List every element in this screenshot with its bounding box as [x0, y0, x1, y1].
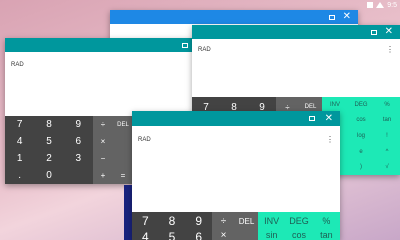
key-4[interactable]: 4 [132, 230, 159, 240]
key-delete[interactable]: DEL [235, 212, 258, 230]
maximize-icon[interactable] [182, 42, 188, 48]
key-2[interactable]: 2 [34, 150, 63, 167]
operators-pad: ÷ DEL × [212, 212, 258, 240]
key-deg[interactable]: DEG [285, 212, 312, 230]
key-percent[interactable]: % [374, 97, 400, 113]
close-icon[interactable]: ✕ [343, 12, 351, 22]
numpad: 7 8 9 4 5 6 1 2 3 . 0 [5, 116, 93, 184]
numpad: 7 8 9 4 5 6 [132, 212, 212, 240]
key-multiply[interactable]: × [212, 230, 235, 240]
angle-mode-label: RAD [198, 47, 211, 53]
status-bar: 9:5 [353, 0, 400, 10]
calculator-display: RAD ⋮ [192, 39, 400, 97]
close-icon[interactable]: ✕ [325, 113, 333, 124]
key-divide[interactable]: ÷ [212, 212, 235, 230]
window-titlebar[interactable]: ✕ [132, 111, 340, 126]
key-factorial[interactable]: ! [374, 128, 400, 144]
key-log[interactable]: log [348, 128, 374, 144]
key-9[interactable]: 9 [64, 116, 93, 133]
key-6[interactable]: 6 [185, 230, 212, 240]
key-divide[interactable]: ÷ [93, 116, 113, 133]
key-0[interactable]: 0 [34, 167, 63, 184]
maximize-icon[interactable] [308, 116, 315, 121]
signal-icon [376, 2, 385, 8]
key-cos[interactable]: cos [348, 113, 374, 129]
key-sin[interactable]: sin [258, 230, 285, 240]
key-percent[interactable]: % [313, 212, 340, 230]
key-1[interactable]: 1 [5, 150, 34, 167]
key-blank [113, 150, 133, 167]
key-delete[interactable]: DEL [113, 116, 133, 133]
overflow-menu-icon[interactable]: ⋮ [386, 46, 394, 54]
close-icon[interactable]: ✕ [385, 27, 393, 37]
key-7[interactable]: 7 [5, 116, 34, 133]
key-subtract[interactable]: − [93, 150, 113, 167]
key-blank [113, 133, 133, 150]
key-4[interactable]: 4 [5, 133, 34, 150]
key-blank [64, 167, 93, 184]
key-e[interactable]: e [348, 144, 374, 160]
overflow-menu-icon[interactable]: ⋮ [326, 136, 334, 144]
maximize-icon[interactable] [328, 14, 335, 20]
key-close-paren[interactable]: ) [348, 159, 374, 175]
window-titlebar[interactable]: ✕ [192, 25, 400, 39]
key-7[interactable]: 7 [132, 212, 159, 230]
key-8[interactable]: 8 [34, 116, 63, 133]
angle-mode-label: RAD [138, 137, 151, 143]
key-5[interactable]: 5 [34, 133, 63, 150]
window-titlebar[interactable]: ✕ [110, 10, 358, 24]
key-tan[interactable]: tan [313, 230, 340, 240]
clock: 9:5 [387, 1, 397, 9]
key-inv[interactable]: INV [258, 212, 285, 230]
key-multiply[interactable]: × [93, 133, 113, 150]
key-deg[interactable]: DEG [348, 97, 374, 113]
calculator-window-front[interactable]: ✕ RAD ⋮ 7 8 9 4 5 6 ÷ DEL × INV DEG % si… [132, 111, 340, 240]
key-6[interactable]: 6 [64, 133, 93, 150]
key-cos[interactable]: cos [285, 230, 312, 240]
operators-pad: ÷ DEL × − + = [93, 116, 133, 184]
notification-icon [367, 2, 374, 8]
key-3[interactable]: 3 [64, 150, 93, 167]
maximize-icon[interactable] [370, 29, 377, 35]
angle-mode-label: RAD [11, 62, 24, 68]
key-decimal[interactable]: . [5, 167, 34, 184]
key-add[interactable]: + [93, 167, 113, 184]
key-tan[interactable]: tan [374, 113, 400, 129]
key-5[interactable]: 5 [159, 230, 186, 240]
calculator-display: RAD [5, 52, 195, 116]
key-9[interactable]: 9 [185, 212, 212, 230]
key-sqrt[interactable]: √ [374, 159, 400, 175]
scientific-pad: INV DEG % sin cos tan [258, 212, 340, 240]
key-equals[interactable]: = [113, 167, 133, 184]
key-8[interactable]: 8 [159, 212, 186, 230]
calculator-display: RAD ⋮ [132, 126, 340, 212]
window-titlebar[interactable] [5, 38, 195, 52]
key-power[interactable]: ^ [374, 144, 400, 160]
